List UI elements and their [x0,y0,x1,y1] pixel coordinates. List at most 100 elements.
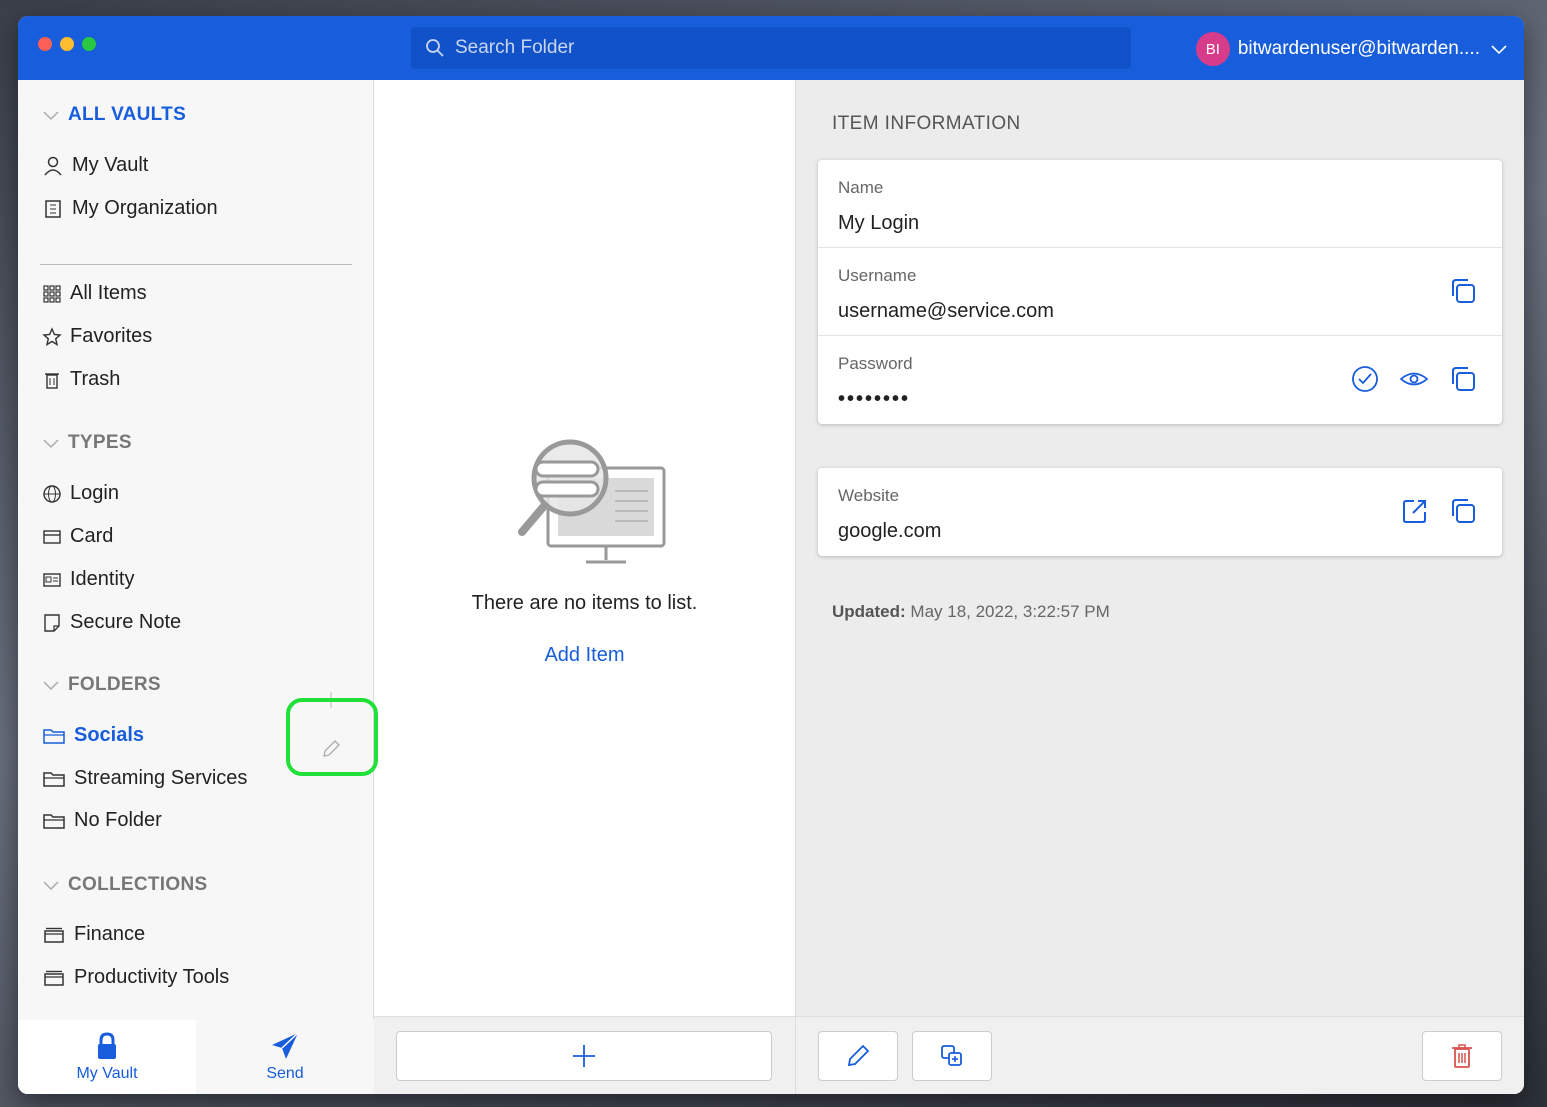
copy-icon[interactable] [1448,364,1478,394]
all-vaults-header[interactable]: ALL VAULTS [42,104,186,126]
clone-icon [941,1045,962,1066]
sidebar-item-my-organization[interactable]: My Organization [42,197,218,220]
window-controls [38,37,96,51]
sidebar-item-label: Login [70,482,119,504]
website-card: Website google.com [818,468,1502,556]
tab-label: My Vault [76,1065,138,1082]
sidebar-item-identity[interactable]: Identity [42,568,134,591]
username-label: Username [838,266,917,285]
list-footer [374,1016,795,1094]
item-info-card: Name My Login Username username@service.… [818,160,1502,424]
empty-list-message: There are no items to list. [471,592,698,614]
search-input[interactable]: Search Folder [411,27,1131,69]
sidebar: ALL VAULTS My Vault My Organization All … [18,80,374,1094]
launch-external-icon[interactable] [1400,496,1430,526]
credit-card-icon [43,529,61,544]
sidebar-item-label: Identity [70,568,135,590]
building-icon [45,199,61,218]
maximize-window-button[interactable] [82,37,96,51]
collection-icon [44,970,64,986]
folder-icon [43,813,65,829]
sidebar-item-my-vault[interactable]: My Vault [42,154,148,177]
account-email: bitwardenuser@bitwarden.... [1237,38,1480,59]
sidebar-item-label: No Folder [74,809,162,831]
updated-value: May 18, 2022, 3:22:57 PM [910,602,1110,621]
sidebar-item-favorites[interactable]: Favorites [42,325,152,348]
account-menu[interactable]: BI bitwardenuser@bitwarden.... [1195,32,1510,66]
plus-icon [573,1045,595,1067]
website-field: Website google.com [818,468,1502,556]
top-bar: Search Folder BI bitwardenuser@bitwarden… [18,16,1524,80]
trash-icon [45,372,59,389]
copy-icon[interactable] [1448,276,1478,306]
username-value: username@service.com [838,300,1054,322]
check-password-icon[interactable] [1350,364,1380,394]
chevron-down-icon [1491,45,1507,55]
id-card-icon [43,572,61,587]
username-field: Username username@service.com [818,248,1502,336]
collections-header[interactable]: COLLECTIONS [42,874,207,896]
name-label: Name [838,178,884,197]
sidebar-item-no-folder[interactable]: No Folder [42,809,162,832]
sidebar-item-socials[interactable]: Socials [42,724,144,747]
sidebar-item-label: Trash [70,368,121,390]
folders-label: FOLDERS [68,674,161,695]
sidebar-item-finance[interactable]: Finance [42,923,145,946]
chevron-down-icon [43,681,59,691]
password-field: Password •••••••• [818,336,1502,424]
minimize-window-button[interactable] [60,37,74,51]
sidebar-item-all-items[interactable]: All Items [42,282,147,305]
app-window: Search Folder BI bitwardenuser@bitwarden… [18,16,1524,1094]
pencil-icon [847,1044,870,1067]
user-icon [44,156,62,175]
chevron-down-icon [43,111,59,121]
sidebar-item-label: All Items [70,282,147,304]
sidebar-item-label: Finance [74,923,146,945]
close-window-button[interactable] [38,37,52,51]
add-item-button[interactable] [396,1031,772,1081]
tab-send[interactable]: Send [196,1020,374,1094]
delete-item-button[interactable] [1422,1031,1502,1081]
item-list-pane: There are no items to list. Add Item [374,80,796,1094]
highlight-annotation [286,698,378,776]
tab-my-vault[interactable]: My Vault [18,1020,196,1094]
search-placeholder: Search Folder [455,37,575,58]
updated-label: Updated: [832,602,906,621]
no-items-illustration-icon [518,439,666,564]
detail-footer [796,1016,1524,1094]
sidebar-item-streaming-services[interactable]: Streaming Services [42,767,247,790]
sidebar-item-card[interactable]: Card [42,525,113,548]
types-label: TYPES [68,432,132,453]
copy-icon[interactable] [1448,496,1478,526]
folder-icon [43,771,65,787]
name-field: Name My Login [818,160,1502,248]
sidebar-item-secure-note[interactable]: Secure Note [42,611,181,634]
sidebar-item-trash[interactable]: Trash [42,368,120,391]
sidebar-item-label: My Organization [72,197,218,219]
tab-label: Send [266,1065,304,1082]
folder-icon [43,728,65,744]
updated-timestamp: Updated: May 18, 2022, 3:22:57 PM [832,602,1110,622]
sidebar-divider [40,264,352,265]
folders-header[interactable]: FOLDERS [42,674,161,696]
star-icon [42,326,62,346]
edit-item-button[interactable] [818,1031,898,1081]
eye-icon[interactable] [1398,364,1430,394]
note-icon [44,613,60,632]
sidebar-item-login[interactable]: Login [42,482,119,505]
collections-label: COLLECTIONS [68,874,208,895]
bottom-tab-bar: My Vault Send [18,1020,374,1094]
website-label: Website [838,486,900,505]
sidebar-item-label: Streaming Services [74,767,248,789]
types-header[interactable]: TYPES [42,432,132,454]
add-item-link[interactable]: Add Item [374,644,795,667]
collection-icon [44,927,64,943]
trash-icon [1452,1044,1472,1068]
chevron-down-icon [43,881,59,891]
clone-item-button[interactable] [912,1031,992,1081]
all-vaults-label: ALL VAULTS [68,104,187,125]
website-value: google.com [838,520,942,542]
chevron-down-icon [43,439,59,449]
sidebar-item-productivity-tools[interactable]: Productivity Tools [42,966,229,989]
sidebar-item-label: My Vault [72,154,149,176]
